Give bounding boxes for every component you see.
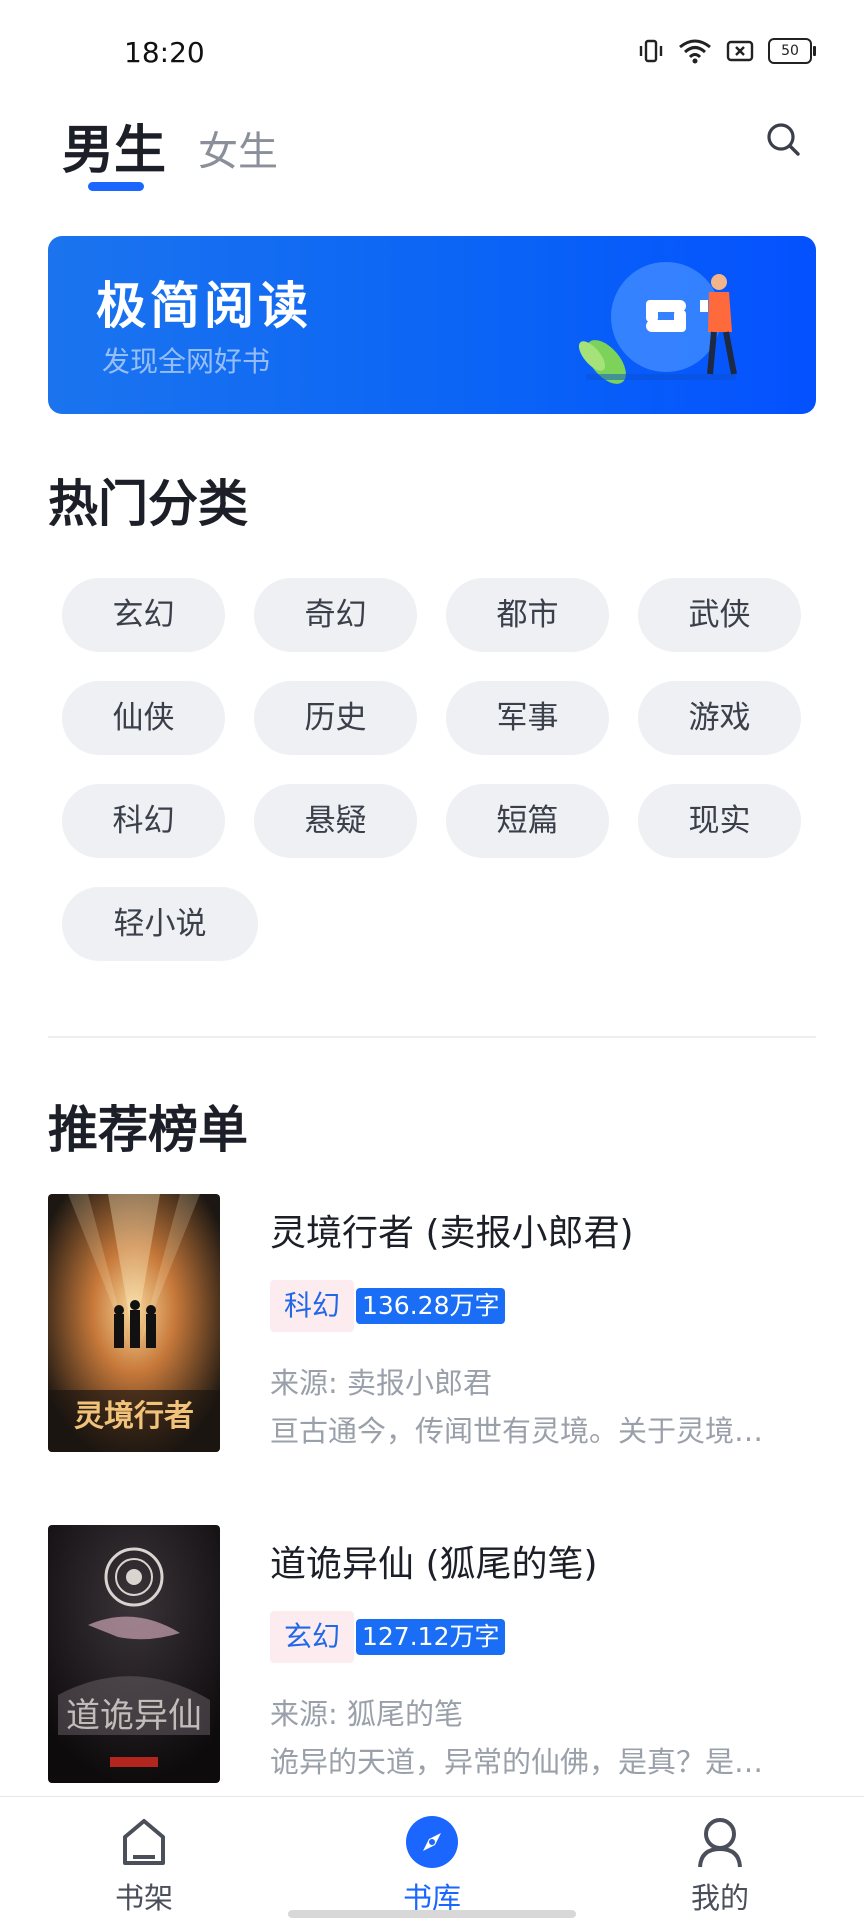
banner-subtitle: 发现全网好书 bbox=[102, 345, 271, 378]
category-chip[interactable]: 悬疑 bbox=[254, 784, 417, 858]
gender-tabs: 男生 女生 bbox=[62, 108, 278, 191]
tab-female[interactable]: 女生 bbox=[198, 119, 278, 183]
tab-male[interactable]: 男生 bbox=[62, 108, 167, 191]
book-category-tag: 玄幻 bbox=[270, 1611, 355, 1663]
book-source: 来源: 卖报小郎君 bbox=[270, 1366, 492, 1400]
book-source: 来源: 狐尾的笔 bbox=[270, 1697, 463, 1731]
category-chip[interactable]: 都市 bbox=[446, 578, 609, 652]
book-description: 诡异的天道，异常的仙佛，是真？是… bbox=[270, 1745, 764, 1779]
category-chip[interactable]: 现实 bbox=[638, 784, 801, 858]
wifi-icon bbox=[679, 39, 711, 64]
category-chip[interactable]: 武侠 bbox=[638, 578, 801, 652]
category-chip[interactable]: 仙侠 bbox=[62, 681, 225, 755]
reader-illustration bbox=[578, 262, 737, 384]
section-divider bbox=[48, 1036, 816, 1038]
category-chip[interactable]: 科幻 bbox=[62, 784, 225, 858]
compass-icon bbox=[406, 1816, 458, 1868]
book-item[interactable]: 灵境行者 灵境行者 (卖报小郎君) 科幻 136.28万字 来源: 卖报小郎君 … bbox=[48, 1194, 816, 1454]
category-chip[interactable]: 游戏 bbox=[638, 681, 801, 755]
book-words-badge: 127.12万字 bbox=[356, 1619, 506, 1655]
book-title: 灵境行者 (卖报小郎君) bbox=[270, 1213, 634, 1254]
category-chip[interactable]: 奇幻 bbox=[254, 578, 417, 652]
status-icons: 50 bbox=[638, 38, 816, 64]
cover-title: 灵境行者 bbox=[74, 1399, 194, 1434]
book-item[interactable]: 道诡异仙 道诡异仙 (狐尾的笔) 玄幻 127.12万字 来源: 狐尾的笔 诡异… bbox=[48, 1525, 816, 1785]
book-category-tag: 科幻 bbox=[270, 1280, 355, 1332]
book-description: 亘古通今，传闻世有灵境。关于灵境… bbox=[270, 1414, 764, 1448]
nav-profile[interactable]: 我的 bbox=[645, 1797, 795, 1921]
book-title: 道诡异仙 (狐尾的笔) bbox=[270, 1544, 598, 1585]
bookshelf-icon bbox=[123, 1819, 165, 1865]
book-words-badge: 136.28万字 bbox=[356, 1288, 506, 1324]
tab-male-label: 男生 bbox=[62, 121, 167, 181]
recommend-title: 推荐榜单 bbox=[48, 1101, 248, 1159]
book-cover-art: 灵境行者 bbox=[48, 1194, 220, 1452]
vibrate-icon bbox=[639, 39, 663, 63]
banner-title: 极简阅读 bbox=[96, 276, 312, 335]
battery-icon: 50 bbox=[768, 38, 816, 64]
promo-banner[interactable]: 极简阅读 发现全网好书 bbox=[48, 236, 816, 414]
nav-library[interactable]: 书库 bbox=[357, 1797, 507, 1921]
search-button[interactable] bbox=[762, 118, 806, 162]
bottom-nav: 书架 书库 我的 bbox=[0, 1796, 864, 1921]
status-bar: 18:20 50 bbox=[0, 0, 864, 110]
category-chip[interactable]: 玄幻 bbox=[62, 578, 225, 652]
category-chip[interactable]: 短篇 bbox=[446, 784, 609, 858]
book-cover[interactable]: 灵境行者 bbox=[48, 1194, 220, 1452]
category-chip[interactable]: 历史 bbox=[254, 681, 417, 755]
tab-active-indicator bbox=[88, 182, 144, 191]
status-time: 18:20 bbox=[124, 36, 205, 69]
categories-title: 热门分类 bbox=[48, 475, 248, 533]
home-indicator[interactable] bbox=[288, 1910, 576, 1918]
sim-off-icon bbox=[726, 40, 754, 62]
nav-bookshelf[interactable]: 书架 bbox=[69, 1797, 219, 1921]
nav-profile-label: 我的 bbox=[690, 1881, 749, 1915]
search-icon bbox=[767, 123, 800, 156]
book-cover-art: 道诡异仙 bbox=[48, 1525, 220, 1783]
nav-bookshelf-label: 书架 bbox=[114, 1881, 173, 1915]
category-chip[interactable]: 军事 bbox=[446, 681, 609, 755]
cover-title: 道诡异仙 bbox=[66, 1696, 202, 1736]
book-cover[interactable]: 道诡异仙 bbox=[48, 1525, 220, 1783]
profile-icon bbox=[698, 1818, 742, 1868]
category-chip[interactable]: 轻小说 bbox=[62, 887, 258, 961]
